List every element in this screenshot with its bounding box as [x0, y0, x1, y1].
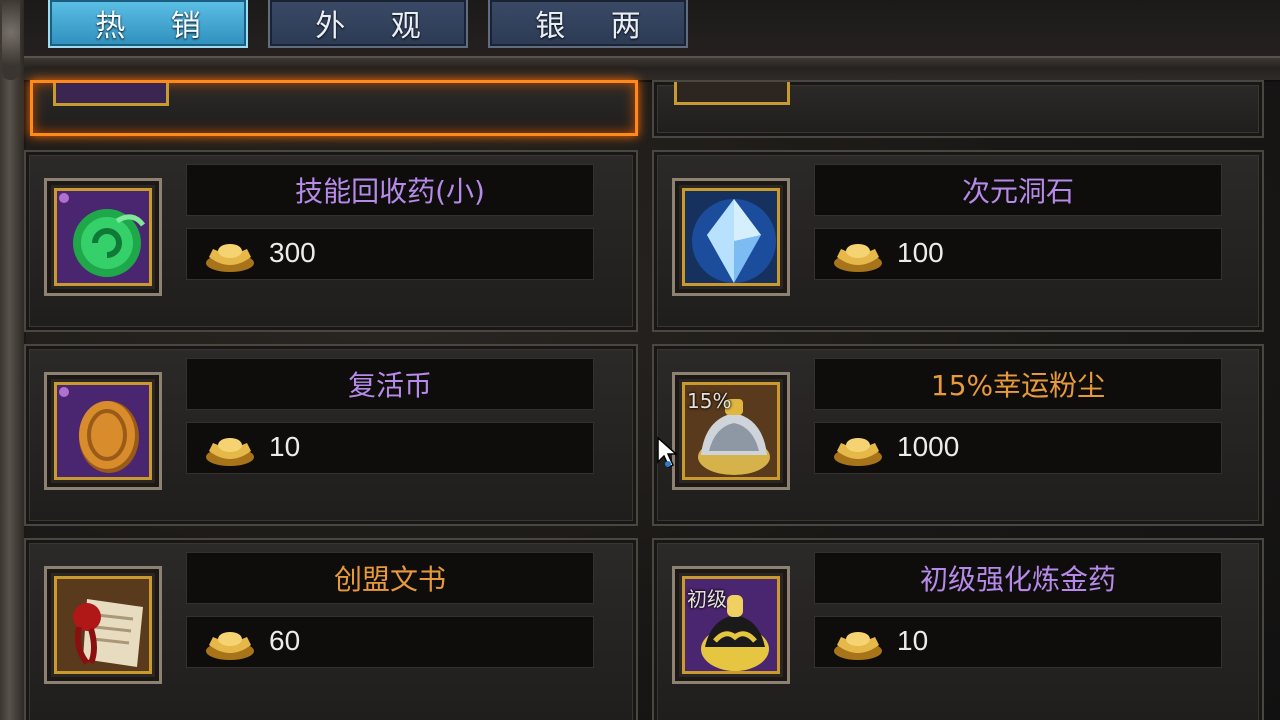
tab-bar-rail — [24, 56, 1280, 82]
item-price: 300 — [269, 237, 316, 268]
item-overlay-label: 初级 — [687, 587, 727, 611]
item-price: 100 — [897, 237, 944, 268]
gold-ingot-icon — [206, 632, 254, 660]
item-price: 60 — [269, 625, 301, 656]
item-card-partial-left[interactable] — [30, 80, 638, 136]
left-frame-decoration — [0, 0, 26, 720]
item-card[interactable]: 15% 15%幸运粉尘 1000 — [652, 344, 1264, 526]
gold-ingot-icon — [206, 244, 254, 272]
gold-ingot-icon — [834, 438, 882, 466]
item-price: 1000 — [897, 431, 960, 462]
item-price-bar: 100 — [814, 228, 1222, 280]
item-name: 初级强化炼金药 — [814, 552, 1222, 604]
item-name: 复活币 — [186, 358, 594, 410]
item-name: 创盟文书 — [186, 552, 594, 604]
gold-coin-icon — [54, 382, 152, 480]
item-icon-frame: 初级 — [672, 566, 790, 684]
item-card[interactable]: 次元洞石 100 — [652, 150, 1264, 332]
item-icon-frame — [44, 566, 162, 684]
gold-ingot-icon — [206, 438, 254, 466]
item-card[interactable]: 初级 初级强化炼金药 10 — [652, 538, 1264, 720]
item-icon-frame — [44, 178, 162, 296]
tab-hot-sale[interactable]: 热 销 — [48, 0, 248, 48]
scroll-seal-icon — [54, 576, 152, 674]
item-price-bar: 10 — [186, 422, 594, 474]
item-card[interactable]: 创盟文书 60 — [24, 538, 638, 720]
blue-crystal-icon — [682, 188, 780, 286]
mouse-cursor-icon — [657, 436, 678, 469]
item-card-partial-right[interactable] — [652, 80, 1264, 138]
item-icon-frame — [672, 178, 790, 296]
dust-pouch-icon: 15% — [682, 382, 780, 480]
item-card[interactable]: 技能回收药(小) 300 — [24, 150, 638, 332]
item-price-bar: 300 — [186, 228, 594, 280]
item-price-bar: 1000 — [814, 422, 1222, 474]
shop-window: 热 销 外 观 银 两 技能回收药(小) 300 次元洞石 100 复活币 10… — [0, 0, 1280, 720]
item-icon-frame — [44, 372, 162, 490]
item-name: 次元洞石 — [814, 164, 1222, 216]
item-icon-partial — [674, 82, 790, 105]
tab-appearance[interactable]: 外 观 — [268, 0, 468, 48]
item-price: 10 — [897, 625, 929, 656]
tab-silver[interactable]: 银 两 — [488, 0, 688, 48]
item-price: 10 — [269, 431, 301, 462]
item-name: 15%幸运粉尘 — [814, 358, 1222, 410]
gold-ingot-icon — [834, 632, 882, 660]
alchemy-potion-icon: 初级 — [682, 576, 780, 674]
item-name: 技能回收药(小) — [186, 164, 594, 216]
item-icon-frame: 15% — [672, 372, 790, 490]
item-overlay-label: 15% — [687, 389, 732, 413]
tab-bar: 热 销 外 观 银 两 — [24, 0, 1280, 58]
gold-ingot-icon — [834, 244, 882, 272]
item-card[interactable]: 复活币 10 — [24, 344, 638, 526]
item-price-bar: 60 — [186, 616, 594, 668]
item-price-bar: 10 — [814, 616, 1222, 668]
item-icon-partial — [53, 83, 169, 106]
green-orb-icon — [54, 188, 152, 286]
